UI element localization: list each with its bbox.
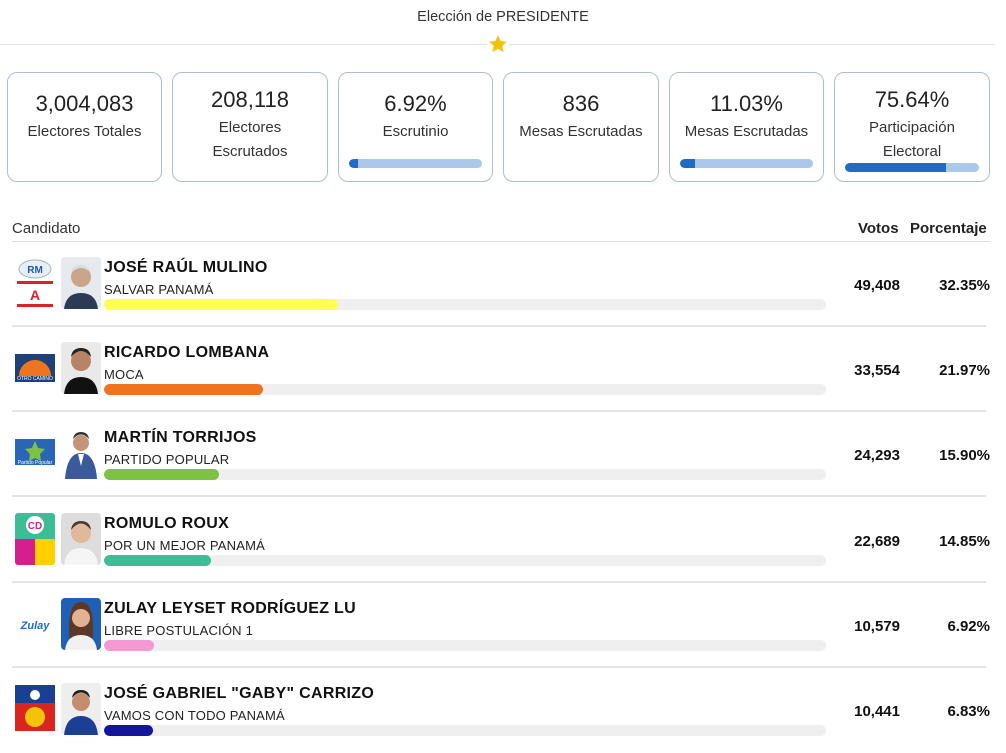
stat-card-participacion: 75.64% Participación Electoral <box>834 72 990 182</box>
participacion-progress-bar <box>845 163 979 172</box>
row-divider <box>12 495 986 497</box>
progress-fill <box>845 163 947 172</box>
vote-share-fill <box>104 384 263 395</box>
candidate-name: JOSÉ RAÚL MULINO <box>104 259 268 276</box>
stat-value: 6.92% <box>384 91 447 116</box>
escrutinio-progress-bar <box>349 159 482 168</box>
stats-panel: 3,004,083 Electores Totales 208,118 Elec… <box>7 72 997 184</box>
party-name: PARTIDO POPULAR <box>104 452 230 467</box>
stat-value: 75.64% <box>874 87 950 112</box>
svg-text:RM: RM <box>27 265 43 276</box>
vote-count: 10,441 <box>854 703 900 720</box>
candidate-name: ROMULO ROUX <box>104 515 230 532</box>
party-name: LIBRE POSTULACIÓN 1 <box>104 623 254 638</box>
candidate-row[interactable]: Zulay ZULAY LEYSET RODRÍGUEZ LU LIBRE PO… <box>0 583 1006 668</box>
vote-percent: 6.83% <box>947 703 990 720</box>
stat-label: Mesas Escrutadas <box>519 123 643 140</box>
candidate-row[interactable]: CD ROMULO ROUX POR UN MEJOR PANAMÁ 22,68… <box>0 498 1006 583</box>
vote-count: 22,689 <box>854 533 900 550</box>
vote-share-fill <box>104 299 338 310</box>
vote-count: 49,408 <box>854 277 900 294</box>
vote-percent: 32.35% <box>939 277 990 294</box>
candidate-name: JOSÉ GABRIEL "GABY" CARRIZO <box>104 685 375 702</box>
stat-card-mesas-escrutadas-pct: 11.03% Mesas Escrutadas <box>669 72 824 182</box>
stat-card-electores-totales: 3,004,083 Electores Totales <box>7 72 162 182</box>
vote-percent: 14.85% <box>939 533 990 550</box>
candidate-photo <box>61 342 101 394</box>
party-name: MOCA <box>104 367 144 382</box>
candidate-name: ZULAY LEYSET RODRÍGUEZ LU <box>104 600 356 617</box>
party-logo: Partido Popular <box>15 427 55 479</box>
candidate-photo <box>61 598 101 650</box>
svg-text:Zulay: Zulay <box>20 620 51 632</box>
column-header-votes[interactable]: Votos <box>858 220 899 237</box>
vote-share-bar <box>104 299 826 310</box>
candidate-row[interactable]: Partido Popular MARTÍN TORRIJOS PARTIDO … <box>0 412 1006 497</box>
vote-share-fill <box>104 725 154 736</box>
stat-label: Electores Escrutados <box>212 119 288 160</box>
column-header-percent[interactable]: Porcentaje <box>910 220 987 237</box>
stat-value: 3,004,083 <box>35 91 134 116</box>
vote-count: 33,554 <box>854 362 900 379</box>
vote-percent: 6.92% <box>947 618 990 635</box>
candidate-row[interactable]: JOSÉ GABRIEL "GABY" CARRIZO VAMOS CON TO… <box>0 668 1006 753</box>
vote-share-fill <box>104 555 212 566</box>
svg-text:OTRO CAMINO: OTRO CAMINO <box>17 376 53 382</box>
vote-share-bar <box>104 469 826 480</box>
stat-card-electores-escrutados: 208,118 Electores Escrutados <box>172 72 328 182</box>
party-name: VAMOS CON TODO PANAMÁ <box>104 708 285 723</box>
vote-percent: 15.90% <box>939 447 990 464</box>
stat-label: Escrutinio <box>382 123 449 140</box>
vote-share-bar <box>104 384 826 395</box>
vote-count: 10,579 <box>854 618 900 635</box>
vote-percent: 21.97% <box>939 362 990 379</box>
candidate-photo <box>61 513 101 565</box>
party-name: SALVAR PANAMÁ <box>104 282 214 297</box>
vote-share-fill <box>104 469 219 480</box>
vote-share-bar <box>104 555 826 566</box>
progress-fill <box>680 159 695 168</box>
candidate-name: MARTÍN TORRIJOS <box>104 429 257 446</box>
mesas-progress-bar <box>680 159 813 168</box>
stat-card-mesas-escrutadas: 836 Mesas Escrutadas <box>503 72 659 182</box>
vote-share-fill <box>104 640 154 651</box>
stat-label: Electores Totales <box>27 123 142 140</box>
stat-label: Participación Electoral <box>869 119 955 160</box>
column-header-candidate: Candidato <box>12 220 81 237</box>
candidate-photo <box>61 683 101 735</box>
candidate-photo <box>61 257 101 309</box>
vote-share-bar <box>104 640 826 651</box>
party-name: POR UN MEJOR PANAMÁ <box>104 538 266 553</box>
candidate-name: RICARDO LOMBANA <box>104 344 270 361</box>
results-table-header: Candidato Votos Porcentaje <box>12 220 992 242</box>
page-title: Elección de PRESIDENTE <box>417 9 589 25</box>
star-icon[interactable] <box>487 33 509 55</box>
stat-value: 208,118 <box>211 87 289 112</box>
candidate-row[interactable]: OTRO CAMINO RICARDO LOMBANA MOCA 33,554 … <box>0 327 1006 412</box>
party-logo: OTRO CAMINO <box>15 342 55 394</box>
party-logo: RM A <box>15 257 55 309</box>
candidate-row[interactable]: RM A JOSÉ RAÚL MULINO SALVAR PANAMÁ 49,4… <box>0 242 1006 327</box>
vote-share-bar <box>104 725 826 736</box>
stat-card-escrutinio: 6.92% Escrutinio <box>338 72 493 182</box>
party-logo <box>15 683 55 735</box>
svg-text:Partido Popular: Partido Popular <box>18 460 53 466</box>
svg-text:CD: CD <box>28 521 42 532</box>
vote-count: 24,293 <box>854 447 900 464</box>
page-header: Elección de PRESIDENTE <box>0 0 1006 55</box>
stat-value: 11.03% <box>710 91 783 116</box>
svg-text:A: A <box>30 287 40 303</box>
candidate-photo <box>61 427 101 479</box>
progress-fill <box>349 159 359 168</box>
party-logo: Zulay <box>15 598 55 650</box>
stat-value: 836 <box>562 91 600 116</box>
stat-label: Mesas Escrutadas <box>684 123 809 140</box>
party-logo: CD <box>15 513 55 565</box>
